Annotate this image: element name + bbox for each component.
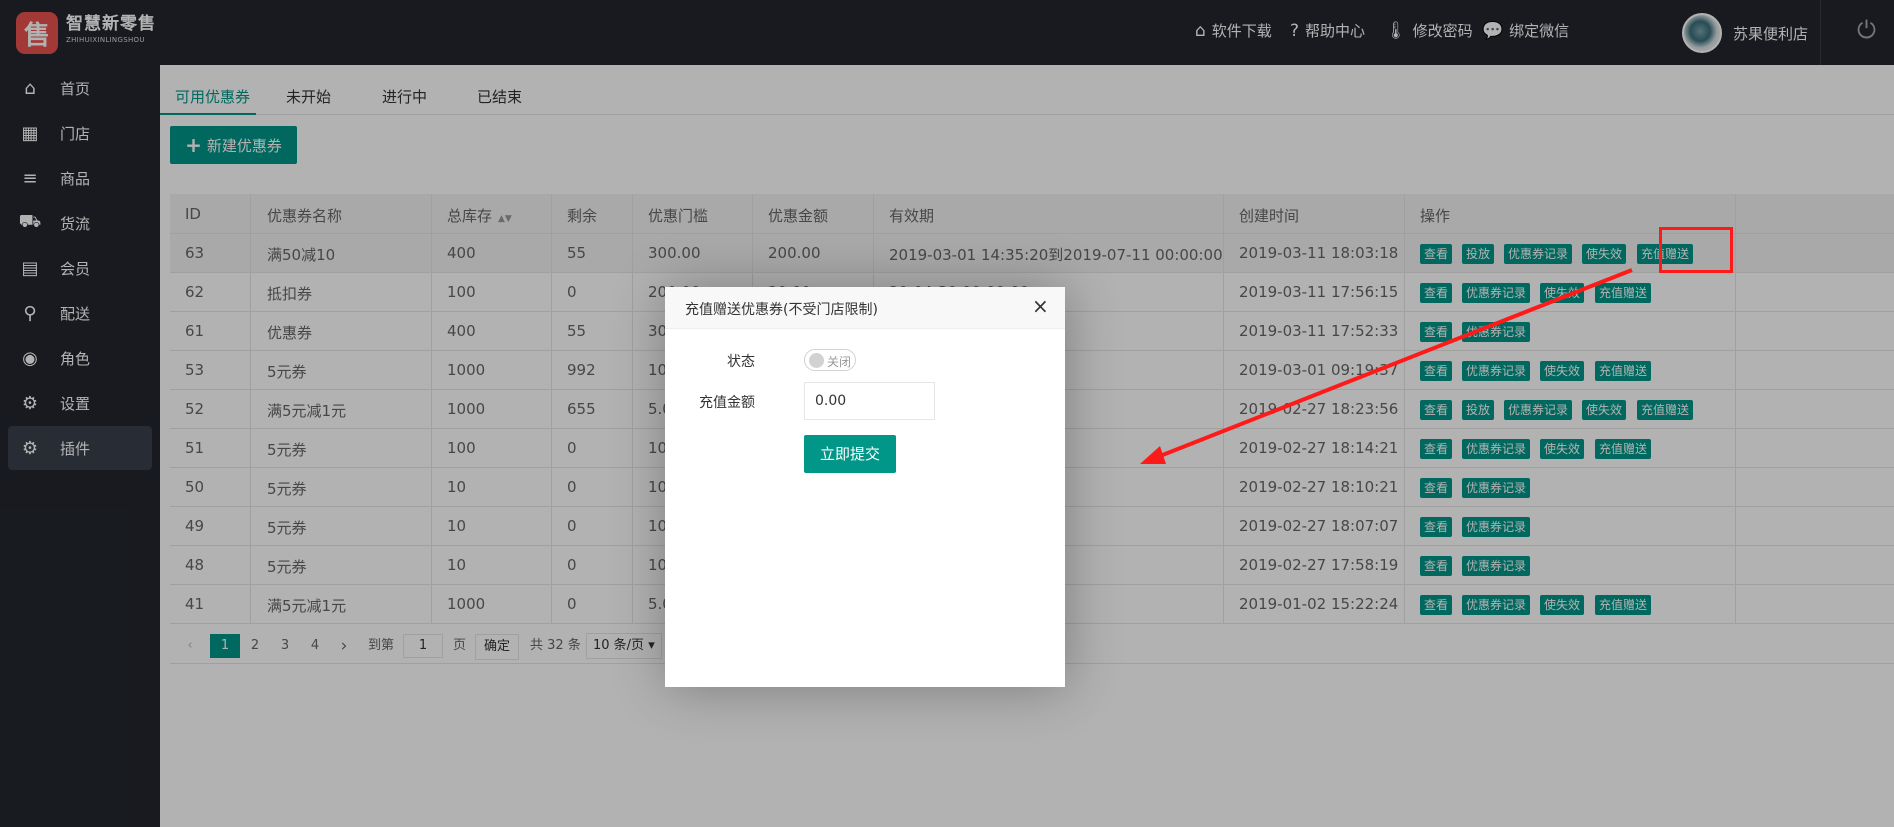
toggle-knob bbox=[809, 353, 824, 368]
recharge-amount-input[interactable]: 0.00 bbox=[804, 382, 935, 420]
status-label: 状态 bbox=[727, 354, 755, 370]
close-icon[interactable]: × bbox=[1032, 296, 1049, 316]
amount-label: 充值金额 bbox=[699, 395, 755, 411]
toggle-text: 关闭 bbox=[827, 355, 852, 369]
dialog-title: 充值赠送优惠券(不受门店限制) bbox=[685, 302, 878, 318]
dialog-header: 充值赠送优惠券(不受门店限制) × bbox=[665, 287, 1065, 329]
highlight-box bbox=[1659, 227, 1733, 273]
recharge-gift-dialog: 充值赠送优惠券(不受门店限制) × 状态 关闭 充值金额 0.00 立即提交 bbox=[665, 287, 1065, 687]
status-toggle[interactable]: 关闭 bbox=[804, 349, 856, 371]
submit-button[interactable]: 立即提交 bbox=[804, 435, 896, 473]
